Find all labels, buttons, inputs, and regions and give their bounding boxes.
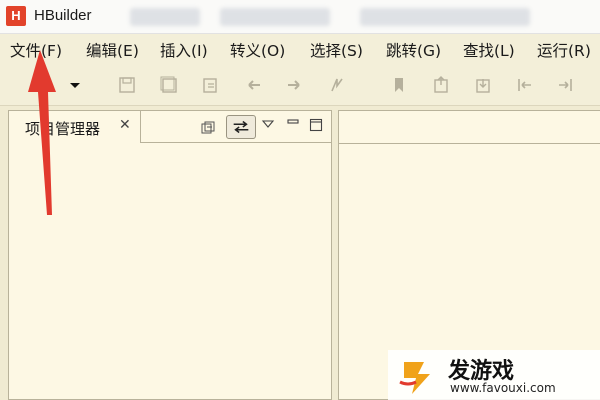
import-icon[interactable] — [474, 76, 492, 94]
watermark-logo-icon — [399, 362, 430, 394]
tab-project-manager[interactable]: 项目管理器 ✕ — [9, 111, 141, 143]
menu-bar: 文件(F) 编辑(E) 插入(I) 转义(O) 选择(S) 跳转(G) 查找(L… — [0, 34, 600, 64]
save-all-icon[interactable] — [160, 76, 178, 94]
menu-select[interactable]: 选择(S) — [310, 39, 363, 61]
hbuilder-logo-icon: H — [6, 6, 26, 26]
title-bar: H HBuilder — [0, 0, 600, 34]
menu-goto[interactable]: 跳转(G) — [386, 39, 441, 61]
step-in-icon[interactable] — [516, 76, 534, 94]
panel-header-divider — [141, 142, 331, 143]
close-icon[interactable]: ✕ — [119, 117, 131, 133]
project-manager-panel: 项目管理器 ✕ — [8, 110, 332, 400]
menu-escape[interactable]: 转义(O) — [230, 39, 285, 61]
bookmark-icon[interactable] — [390, 76, 408, 94]
tab-label: 项目管理器 — [25, 120, 101, 138]
export-icon[interactable] — [432, 76, 450, 94]
toolbar — [0, 64, 600, 106]
dropdown-arrow-icon[interactable] — [66, 76, 84, 94]
blurred-taskbar-tabs — [120, 5, 600, 29]
link-with-editor-button[interactable] — [226, 115, 256, 139]
minimize-icon[interactable] — [286, 117, 300, 131]
watermark-url: www.favouxi.com — [450, 381, 556, 395]
maximize-icon[interactable] — [309, 117, 323, 132]
menu-run[interactable]: 运行(R) — [537, 39, 591, 61]
format-icon[interactable] — [328, 76, 346, 94]
undo-icon[interactable] — [245, 76, 263, 94]
menu-insert[interactable]: 插入(I) — [160, 39, 208, 61]
menu-edit[interactable]: 编辑(E) — [86, 39, 139, 61]
save-icon[interactable] — [118, 76, 136, 94]
site-watermark: 发游戏 www.favouxi.com — [388, 350, 600, 400]
editor-header-divider — [339, 143, 600, 144]
menu-file[interactable]: 文件(F) — [10, 39, 62, 61]
redo-icon[interactable] — [285, 76, 303, 94]
menu-find[interactable]: 查找(L) — [463, 39, 515, 61]
collapse-all-icon[interactable] — [201, 120, 215, 134]
step-out-icon[interactable] — [556, 76, 574, 94]
view-menu-icon[interactable] — [261, 117, 275, 131]
app-title: HBuilder — [34, 7, 92, 24]
save-as-icon[interactable] — [202, 76, 220, 94]
